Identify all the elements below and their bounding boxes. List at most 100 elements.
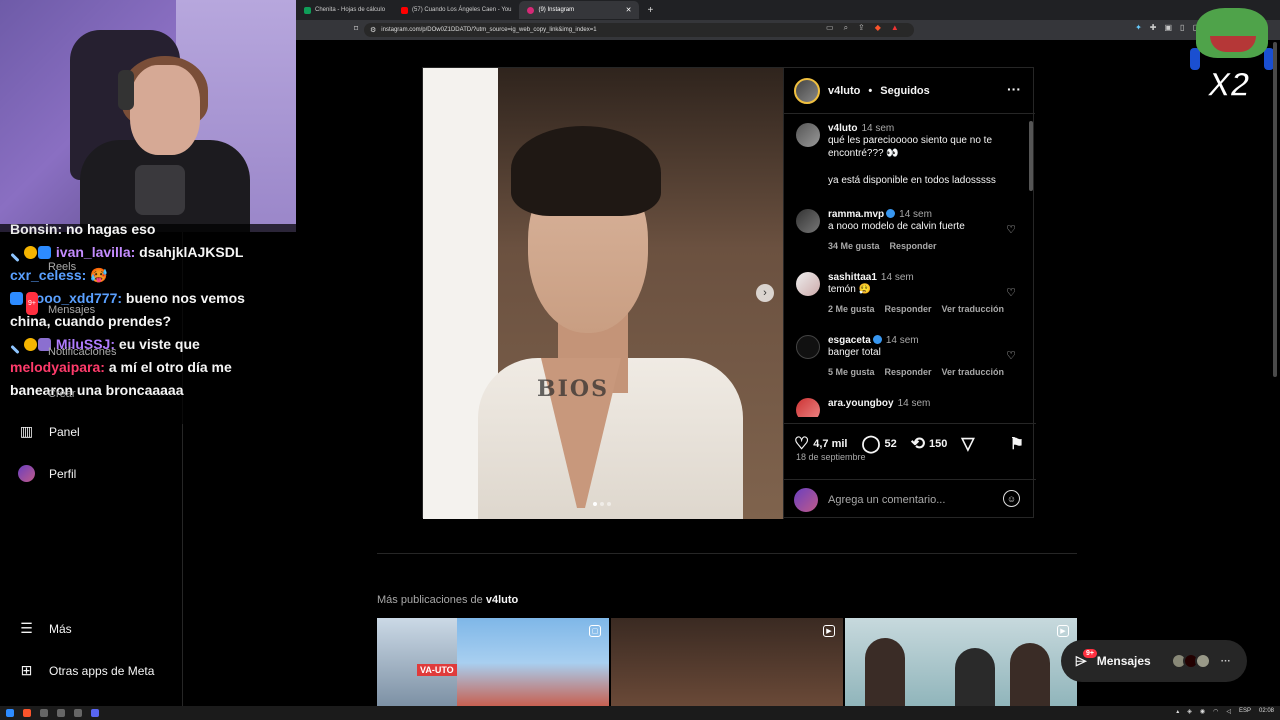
tab-label: Chenita - Hojas de cálculo bbox=[315, 7, 386, 13]
clock[interactable]: 02:08 bbox=[1259, 708, 1274, 715]
app-icon[interactable] bbox=[57, 709, 65, 717]
comment-user[interactable]: esgaceta bbox=[828, 335, 871, 346]
tray-icon[interactable]: ◉ bbox=[1200, 708, 1205, 715]
tab-label: (57) Cuando Los Ángeles Caen - You bbox=[412, 7, 512, 13]
more-options-icon[interactable]: ··· bbox=[1221, 656, 1231, 667]
page-scrollbar[interactable] bbox=[1273, 42, 1277, 377]
volume-icon[interactable]: ◁ bbox=[1226, 708, 1231, 715]
more-posts-author[interactable]: v4luto bbox=[486, 594, 518, 606]
avatar[interactable] bbox=[796, 272, 820, 296]
close-icon[interactable]: ✕ bbox=[626, 6, 632, 14]
zoom-icon[interactable]: ⌕ bbox=[844, 23, 848, 33]
puzzle-icon[interactable]: ✚ bbox=[1150, 23, 1157, 32]
bookmark-icon[interactable]: ⌑ bbox=[354, 24, 358, 33]
avatar[interactable] bbox=[796, 398, 820, 417]
thumb-sign: VA-UTO bbox=[417, 664, 457, 676]
reply-button[interactable]: Responder bbox=[885, 304, 932, 314]
avatar[interactable] bbox=[796, 209, 820, 233]
save-icon[interactable]: ⚑ bbox=[1010, 434, 1024, 454]
next-photo-button[interactable]: › bbox=[756, 284, 774, 302]
tray-icon[interactable]: ▴ bbox=[1176, 708, 1179, 715]
comment-likes[interactable]: 2 Me gusta bbox=[828, 304, 875, 314]
avatar[interactable] bbox=[796, 123, 820, 147]
translate-button[interactable]: Ver traducción bbox=[942, 304, 1005, 314]
author-avatar[interactable] bbox=[794, 77, 820, 104]
post-date: 18 de septiembre bbox=[796, 452, 866, 462]
rewards-icon[interactable]: ▲ bbox=[891, 23, 899, 33]
comment-user[interactable]: v4luto bbox=[828, 123, 857, 134]
app-icon[interactable] bbox=[40, 709, 48, 717]
like-icon[interactable]: ♡ bbox=[794, 434, 809, 454]
app-icon[interactable] bbox=[91, 709, 99, 717]
cast-icon[interactable]: ▭ bbox=[826, 23, 834, 33]
share-icon[interactable]: ⇪ bbox=[858, 23, 865, 33]
messages-pill[interactable]: ⌲ 9+ Mensajes ··· bbox=[1061, 640, 1247, 682]
wallet-icon[interactable]: ▣ bbox=[1164, 23, 1172, 32]
comment-icon[interactable]: ◯ bbox=[862, 434, 881, 454]
browser-tab-youtube[interactable]: (57) Cuando Los Ángeles Caen - You bbox=[393, 1, 519, 19]
scroll-thumb[interactable] bbox=[1029, 121, 1033, 191]
webcam-face bbox=[130, 65, 200, 155]
extension-icon[interactable]: ✦ bbox=[1135, 23, 1142, 32]
system-tray: ▴ ◈ ◉ ◠ ◁ ESP 02:08 bbox=[1176, 708, 1274, 715]
carousel-dot bbox=[600, 502, 604, 506]
reply-button[interactable]: Responder bbox=[890, 241, 937, 251]
new-tab-button[interactable]: + bbox=[639, 5, 661, 16]
like-comment-icon[interactable]: ♡ bbox=[1006, 286, 1016, 299]
add-comment-bar: Agrega un comentario... ☺ bbox=[784, 479, 1036, 519]
add-comment-input[interactable]: Agrega un comentario... bbox=[828, 494, 945, 506]
sidebar-toggle-icon[interactable]: ▯ bbox=[1180, 23, 1184, 32]
share-icon[interactable]: ▽ bbox=[961, 434, 974, 454]
post-thumbnail[interactable]: ▶ bbox=[845, 618, 1077, 708]
follow-state[interactable]: Seguidos bbox=[880, 85, 930, 97]
like-count[interactable]: 4,7 mil bbox=[813, 438, 847, 450]
comment-likes[interactable]: 34 Me gusta bbox=[828, 241, 880, 251]
more-posts-prefix: Más publicaciones de bbox=[377, 594, 483, 606]
comment-user[interactable]: ramma.mvp bbox=[828, 209, 884, 220]
verified-icon bbox=[872, 335, 882, 344]
tab-label: (9) Instagram bbox=[538, 7, 575, 13]
avatar bbox=[1194, 653, 1211, 669]
repost-icon[interactable]: ⟲ bbox=[911, 434, 925, 454]
browser-tab-sheets[interactable]: Chenita - Hojas de cálculo bbox=[296, 1, 393, 19]
comment-user[interactable]: ara.youngboy bbox=[828, 398, 894, 409]
brave-icon[interactable] bbox=[23, 709, 31, 717]
like-comment-icon[interactable]: ♡ bbox=[1006, 223, 1016, 236]
emoji-icon[interactable]: ☺ bbox=[1003, 490, 1020, 507]
author-name[interactable]: v4luto bbox=[828, 85, 860, 97]
post-thumbnail[interactable]: ▶ bbox=[611, 618, 843, 708]
youtube-icon bbox=[401, 6, 409, 14]
separator-dot: • bbox=[868, 84, 873, 97]
sidebar-item-label: Perfil bbox=[49, 466, 77, 481]
chat-text: bueno nos vemos bbox=[125, 290, 245, 306]
site-info-icon[interactable]: ⚙ bbox=[370, 26, 376, 34]
like-comment-icon[interactable]: ♡ bbox=[1006, 349, 1016, 362]
more-options-icon[interactable]: ··· bbox=[1007, 81, 1021, 97]
sidebar-item-label: Panel bbox=[49, 424, 80, 439]
webcam-overlay bbox=[0, 0, 296, 232]
post-thumbnail[interactable]: VA-UTO ▢ bbox=[377, 618, 609, 708]
carousel-dot bbox=[593, 502, 597, 506]
reply-button[interactable]: Responder bbox=[885, 367, 932, 377]
sidebar-item-meta-apps[interactable]: ⊞ Otras apps de Meta bbox=[18, 662, 155, 679]
sidebar-item-profile[interactable]: Perfil bbox=[18, 465, 76, 482]
browser-tab-instagram[interactable]: (9) Instagram ✕ bbox=[519, 1, 640, 19]
app-icon[interactable] bbox=[74, 709, 82, 717]
brave-shield-icon[interactable]: ◆ bbox=[875, 23, 881, 33]
meta-apps-icon: ⊞ bbox=[20, 662, 33, 678]
thumb-person bbox=[865, 638, 905, 708]
comment-user[interactable]: sashittaa1 bbox=[828, 272, 877, 283]
comments-scrollbar[interactable] bbox=[1027, 115, 1035, 417]
language-indicator[interactable]: ESP bbox=[1239, 708, 1251, 715]
avatar[interactable] bbox=[796, 335, 820, 359]
sidebar-item-more[interactable]: ☰ Más bbox=[18, 620, 71, 637]
sidebar-item-panel[interactable]: ▥ Panel bbox=[18, 423, 80, 440]
translate-button[interactable]: Ver traducción bbox=[942, 367, 1005, 377]
comment-likes[interactable]: 5 Me gusta bbox=[828, 367, 875, 377]
stream-chat-overlay: Reels Mensajes 9+ Notificaciones Crear B… bbox=[0, 221, 296, 424]
wifi-icon[interactable]: ◠ bbox=[1213, 708, 1218, 715]
instagram-icon bbox=[527, 6, 535, 14]
start-icon[interactable] bbox=[6, 709, 14, 717]
tray-icon[interactable]: ◈ bbox=[1187, 708, 1192, 715]
ghost-nav-label: Crear bbox=[48, 388, 76, 400]
